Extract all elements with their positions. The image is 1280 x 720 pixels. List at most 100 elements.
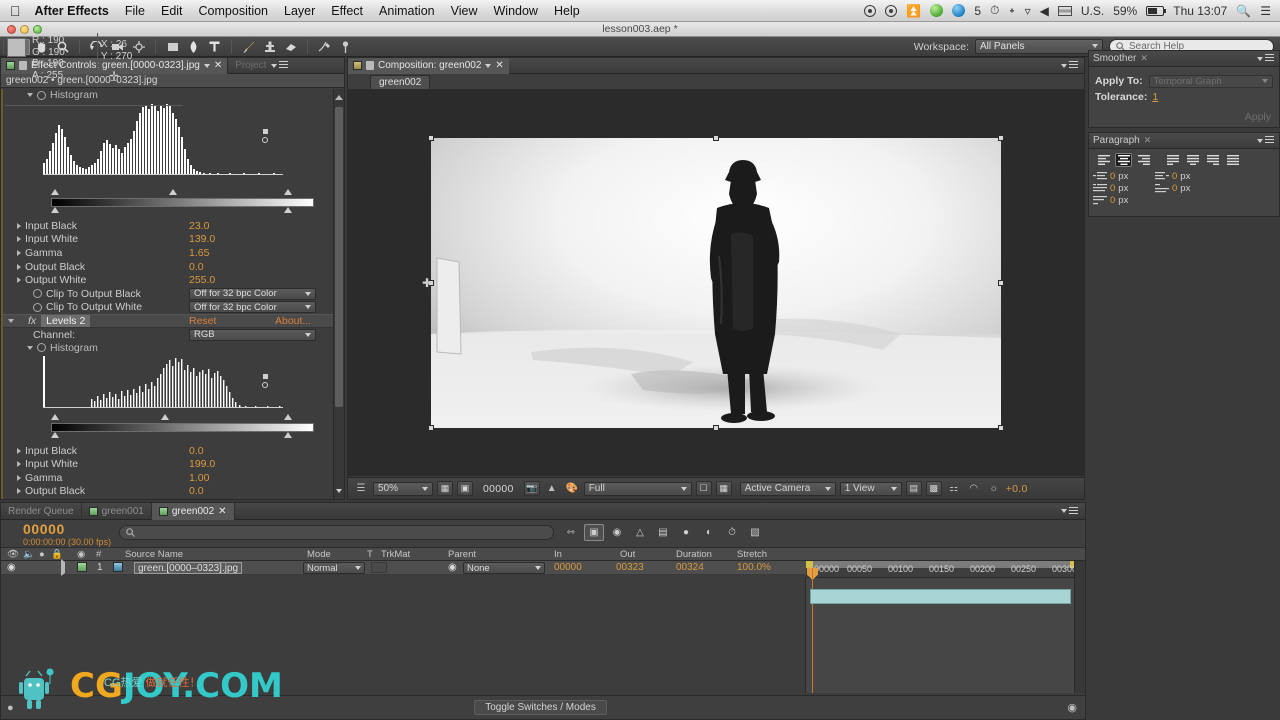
selection-handle-tr[interactable] <box>998 135 1004 141</box>
panel-menu-icon[interactable] <box>1061 506 1079 516</box>
battery-icon[interactable] <box>1146 5 1167 16</box>
current-time-value[interactable]: 00000 <box>23 521 111 537</box>
layer-out-point[interactable]: 00323 <box>616 562 644 573</box>
tab-green002[interactable]: green002 ✕ <box>151 502 235 520</box>
selection-handle-tl[interactable] <box>428 135 434 141</box>
timeline-search-input[interactable] <box>119 525 554 540</box>
bluetooth-icon[interactable]: ᛭ <box>1008 4 1015 18</box>
layer-in-point[interactable]: 00000 <box>554 562 582 573</box>
menu-view[interactable]: View <box>451 4 478 18</box>
indent-left-field[interactable]: 0 px <box>1093 171 1155 182</box>
layer-stretch[interactable]: 100.0% <box>737 562 771 573</box>
channel-rgb-icon[interactable]: 🎨 <box>564 481 580 496</box>
effect-header-levels-2[interactable]: fx Levels 2 Reset About... <box>3 314 344 329</box>
app-name-menu[interactable]: After Effects <box>35 4 109 18</box>
column-trkmat[interactable]: TrkMat <box>381 549 410 560</box>
effect-controls-scrollbar[interactable] <box>333 89 344 499</box>
timeline-vertical-scrollbar[interactable] <box>1074 561 1085 693</box>
layer-label-color[interactable] <box>77 562 87 572</box>
param-value[interactable]: 255.0 <box>189 274 215 286</box>
param-row-output-white-1[interactable]: Output White 255.0 <box>3 273 344 287</box>
dropbox-icon[interactable] <box>952 4 966 17</box>
graph-editor-icon[interactable]: ◐ <box>699 524 719 541</box>
lock-icon[interactable]: 🔒 <box>51 549 63 560</box>
layer-trkmat-cell[interactable] <box>371 562 387 573</box>
justify-last-right-button[interactable] <box>1204 153 1221 167</box>
exposure-value[interactable]: +0.0 <box>1006 483 1028 495</box>
brainstorm-icon[interactable]: ● <box>676 524 696 541</box>
wifi-icon[interactable]: ▿ <box>1025 4 1031 18</box>
panel-menu-icon[interactable] <box>1257 54 1275 63</box>
resolution-select[interactable]: Full <box>583 481 692 496</box>
tolerance-value[interactable]: 1 <box>1152 91 1158 103</box>
twirl-icon[interactable] <box>17 447 21 454</box>
param-row-input-black-1[interactable]: Input Black 23.0 <box>3 219 344 233</box>
twirl-icon[interactable] <box>17 277 21 284</box>
timemachine-icon[interactable]: ⏱ <box>990 3 999 18</box>
notification-center-icon[interactable]: ☰ <box>1260 4 1271 18</box>
layer-parent-select[interactable]: None <box>463 562 545 574</box>
column-out[interactable]: Out <box>620 549 635 560</box>
panel-menu-icon[interactable] <box>1257 136 1275 145</box>
layer-duration-bar[interactable] <box>810 589 1071 604</box>
white-output-handle[interactable] <box>284 207 292 213</box>
workspace-select[interactable]: All Panels <box>975 39 1103 54</box>
close-icon[interactable]: ✕ <box>1144 135 1152 146</box>
selection-handle-bc[interactable] <box>713 425 719 431</box>
effect-name[interactable]: Levels 2 <box>41 315 91 328</box>
justify-last-left-button[interactable] <box>1164 153 1181 167</box>
white-input-handle[interactable] <box>284 189 292 195</box>
menu-window[interactable]: Window <box>494 4 538 18</box>
align-center-button[interactable] <box>1115 153 1132 167</box>
menu-help[interactable]: Help <box>554 4 580 18</box>
close-icon[interactable]: ✕ <box>218 506 226 517</box>
menu-effect[interactable]: Effect <box>331 4 363 18</box>
twirl-icon[interactable] <box>17 236 21 243</box>
param-value[interactable]: 0.0 <box>189 445 204 457</box>
histogram-graph-2[interactable] <box>43 355 314 414</box>
record-icon[interactable] <box>864 4 877 17</box>
always-preview-icon[interactable]: ☰ <box>353 481 369 496</box>
grid-guides-icon[interactable]: ▦ <box>437 481 453 496</box>
zoom-in-icon[interactable]: ◉ <box>1067 701 1077 714</box>
about-button[interactable]: About... <box>275 315 311 327</box>
histogram-handles-1[interactable] <box>51 189 314 196</box>
space-after-field[interactable]: 0 px <box>1093 195 1155 206</box>
brush-tool[interactable] <box>239 39 258 55</box>
clip-black-select-1[interactable]: Off for 32 bpc Color <box>189 287 316 300</box>
apply-to-select[interactable]: Temporal Graph <box>1148 74 1273 88</box>
clock[interactable]: Thu 13:07 <box>1173 4 1227 18</box>
close-icon[interactable]: ✕ <box>1140 53 1148 64</box>
reset-button[interactable]: Reset <box>189 315 216 327</box>
indent-first-line-field[interactable]: 0 px <box>1093 183 1155 194</box>
selection-handle-bl[interactable] <box>428 425 434 431</box>
column-parent[interactable]: Parent <box>448 549 476 560</box>
work-area-start-handle[interactable] <box>806 561 813 568</box>
selection-handle-tc[interactable] <box>713 135 719 141</box>
composition-mini-flowchart-icon[interactable]: ⇿ <box>561 524 581 541</box>
panel-menu-icon[interactable] <box>1061 61 1079 70</box>
pixel-aspect-icon[interactable]: ▤ <box>905 481 922 496</box>
composition-frame[interactable]: ✚ <box>422 135 1004 431</box>
eraser-tool[interactable] <box>281 39 300 55</box>
twirl-icon[interactable] <box>17 249 21 256</box>
param-row-output-black-1[interactable]: Output Black 0.0 <box>3 260 344 274</box>
views-select[interactable]: 1 View <box>839 481 902 496</box>
param-row-channel-2[interactable]: Channel: RGB <box>3 328 344 342</box>
eject-icon[interactable]: ⏫ <box>906 4 921 18</box>
menu-file[interactable]: File <box>125 4 145 18</box>
stopwatch-icon[interactable] <box>37 90 46 100</box>
indent-right-field[interactable]: 0 px <box>1155 171 1217 182</box>
show-snapshot-icon[interactable]: ▲ <box>544 481 560 496</box>
region-of-interest-icon[interactable]: ▣ <box>457 481 473 496</box>
output-ramp-2[interactable] <box>51 422 314 432</box>
time-ruler[interactable]: 00000 00050 00100 00150 00200 00250 0030… <box>806 561 1085 578</box>
scroll-down-icon[interactable] <box>334 485 344 497</box>
chevron-down-icon[interactable] <box>203 63 210 68</box>
white-output-handle[interactable] <box>284 431 292 438</box>
composition-viewer[interactable]: ✚ <box>348 90 1084 476</box>
histogram-handles-2[interactable] <box>51 413 314 421</box>
comp-flowchart-icon[interactable]: ◠ <box>966 481 982 496</box>
take-snapshot-icon[interactable]: 📷 <box>523 481 540 496</box>
camera-select[interactable]: Active Camera <box>739 481 836 496</box>
